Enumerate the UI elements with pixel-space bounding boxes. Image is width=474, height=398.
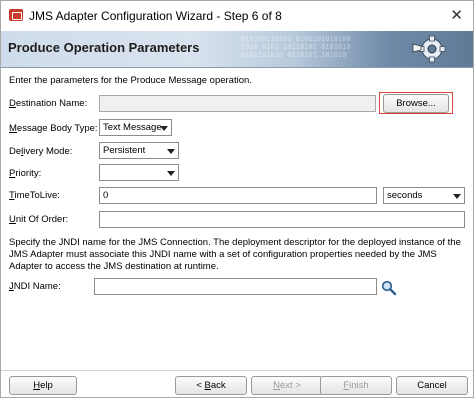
delivery-mode-select[interactable]: Persistent (99, 142, 179, 159)
message-body-type-label: Message Body Type: (9, 123, 98, 134)
page-title: Produce Operation Parameters (8, 40, 200, 55)
footer-divider (1, 370, 473, 371)
message-body-type-value: Text Message (103, 122, 162, 133)
next-button[interactable]: Next > (251, 376, 323, 395)
priority-select[interactable] (99, 164, 179, 181)
destination-name-field[interactable] (99, 95, 376, 112)
chevron-down-icon (167, 171, 175, 176)
message-body-type-select[interactable]: Text Message (99, 119, 172, 136)
delivery-mode-label: Delivery Mode: (9, 146, 73, 157)
back-button[interactable]: < Back (175, 376, 247, 395)
jndi-description: Specify the JNDI name for the JMS Connec… (9, 237, 461, 272)
search-icon[interactable] (381, 280, 397, 296)
cancel-button[interactable]: Cancel (396, 376, 468, 395)
time-unit-select[interactable]: seconds (383, 187, 465, 204)
gear-icon (411, 34, 451, 64)
chevron-down-icon (160, 126, 168, 131)
finish-button[interactable]: Finish (320, 376, 392, 395)
app-icon (9, 9, 23, 21)
destination-name-label: Destination Name: (9, 98, 88, 109)
help-button[interactable]: Help (9, 376, 77, 395)
browse-highlight-box (379, 92, 453, 114)
jndi-name-label: JNDI Name: (9, 281, 61, 292)
window-title: JMS Adapter Configuration Wizard - Step … (29, 9, 282, 23)
priority-label: Priority: (9, 168, 42, 179)
time-unit-value: seconds (387, 190, 423, 201)
close-icon[interactable]: ✕ (450, 6, 463, 24)
banner-binary-pattern: 010100110101 0101101010100 1010 0101 101… (241, 35, 351, 59)
delivery-mode-value: Persistent (103, 145, 146, 156)
unit-of-order-field[interactable] (99, 211, 465, 228)
chevron-down-icon (167, 149, 175, 154)
time-to-live-field[interactable]: 0 (99, 187, 377, 204)
time-to-live-label: TimeToLive: (9, 190, 60, 201)
wizard-window: JMS Adapter Configuration Wizard - Step … (0, 0, 474, 398)
wizard-banner: 010100110101 0101101010100 1010 0101 101… (1, 31, 473, 67)
jndi-name-field[interactable] (94, 278, 377, 295)
title-bar: JMS Adapter Configuration Wizard - Step … (1, 1, 473, 31)
unit-of-order-label: Unit Of Order: (9, 214, 69, 225)
chevron-down-icon (453, 194, 461, 199)
banner-divider (1, 67, 473, 68)
intro-text: Enter the parameters for the Produce Mes… (9, 75, 252, 86)
